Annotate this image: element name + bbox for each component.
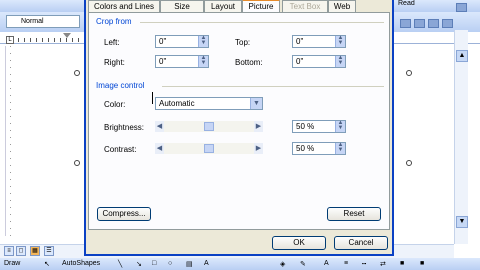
slider-right-icon[interactable]: ▶	[254, 143, 263, 154]
spinner-arrows-icon[interactable]: ▲ ▼	[335, 120, 345, 132]
line-icon[interactable]: ╲	[118, 260, 122, 268]
tab-size[interactable]: Size	[160, 0, 204, 12]
tab-selector[interactable]: L	[6, 36, 14, 44]
crop-left-label: Left:	[104, 38, 120, 47]
cancel-button[interactable]: Cancel	[334, 236, 388, 250]
chevron-down-icon[interactable]: ▼	[250, 98, 262, 109]
brightness-value: 50 %	[296, 122, 315, 131]
brightness-slider[interactable]: ◀ ▶	[155, 121, 263, 132]
font-color-icon[interactable]: A	[324, 260, 329, 267]
ruler-ticks	[18, 38, 86, 42]
tab-text-box: Text Box	[282, 0, 328, 12]
arrow-style-icon[interactable]: ⇄	[380, 260, 386, 268]
ok-button[interactable]: OK	[272, 236, 326, 250]
selection-handle[interactable]	[74, 70, 80, 76]
crop-bottom-spinner[interactable]: 0" ▲ ▼	[292, 55, 346, 68]
brightness-label: Brightness:	[104, 123, 145, 132]
scroll-down-icon[interactable]: ▼	[456, 216, 468, 228]
tab-web[interactable]: Web	[328, 0, 356, 12]
crop-left-spinner[interactable]: 0" ▲ ▼	[155, 35, 209, 48]
web-view-icon[interactable]: ◻	[16, 246, 26, 256]
contrast-slider[interactable]: ◀ ▶	[155, 143, 263, 154]
scroll-up-icon[interactable]: ▲	[456, 50, 468, 62]
slider-left-icon[interactable]: ◀	[155, 121, 164, 132]
image-control-group-label: Image control	[96, 81, 145, 90]
brightness-slider-thumb[interactable]	[204, 122, 214, 131]
toolbar-button-icon[interactable]	[442, 19, 453, 28]
contrast-spinner[interactable]: 50 % ▲ ▼	[292, 142, 346, 155]
spinner-arrows-icon[interactable]: ▲ ▼	[335, 142, 345, 154]
image-control-group-divider	[162, 86, 384, 87]
style-value: Normal	[21, 18, 44, 25]
line-style-icon[interactable]: ≡	[344, 260, 348, 267]
toolbar-button-icon[interactable]	[414, 19, 425, 28]
crop-bottom-label: Bottom:	[235, 58, 263, 67]
color-value: Automatic	[159, 99, 195, 108]
select-objects-icon[interactable]: ↖	[44, 260, 50, 268]
contrast-value: 50 %	[296, 144, 315, 153]
contrast-slider-thumb[interactable]	[204, 144, 214, 153]
style-dropdown[interactable]: Normal	[6, 15, 80, 28]
toolbar-button-icon[interactable]	[428, 19, 439, 28]
crop-group-label: Crop from	[96, 17, 132, 26]
color-label: Color:	[104, 100, 126, 109]
tab-colors-and-lines[interactable]: Colors and Lines	[88, 0, 160, 12]
normal-view-icon[interactable]: ≡	[4, 246, 14, 256]
margin-guide	[10, 46, 11, 236]
tab-layout[interactable]: Layout	[204, 0, 242, 12]
vertical-ruler	[0, 46, 6, 236]
autoshapes-menu[interactable]: AutoShapes	[62, 260, 100, 267]
3d-style-icon[interactable]: ■	[420, 260, 424, 267]
crop-right-value: 0"	[159, 57, 167, 66]
spinner-arrows-icon[interactable]: ▲ ▼	[198, 55, 208, 67]
crop-right-spinner[interactable]: 0" ▲ ▼	[155, 55, 209, 68]
selection-handle[interactable]	[74, 160, 80, 166]
crop-right-label: Right:	[104, 58, 125, 67]
crop-group-divider	[140, 22, 384, 23]
dash-style-icon[interactable]: ┅	[362, 260, 366, 268]
contrast-label: Contrast:	[104, 145, 137, 154]
dialog-tabs: Colors and Lines Size Layout Picture Tex…	[88, 0, 388, 13]
color-dropdown[interactable]: Automatic ▼	[155, 97, 263, 110]
rectangle-icon[interactable]: □	[152, 260, 156, 267]
crop-top-value: 0"	[296, 37, 304, 46]
wordart-icon[interactable]: A	[204, 260, 209, 267]
selection-handle[interactable]	[406, 70, 412, 76]
selection-handle[interactable]	[406, 160, 412, 166]
compress-button[interactable]: Compress...	[97, 207, 151, 221]
toolbar-button-icon[interactable]	[456, 3, 467, 12]
indent-marker-icon[interactable]	[63, 33, 71, 38]
spinner-arrows-icon[interactable]: ▲ ▼	[198, 35, 208, 47]
oval-icon[interactable]: ○	[168, 260, 172, 267]
crop-left-value: 0"	[159, 37, 167, 46]
fill-color-icon[interactable]: ◈	[280, 260, 285, 268]
textbox-icon[interactable]: ▤	[186, 260, 193, 268]
shadow-icon[interactable]: ■	[400, 260, 404, 267]
line-color-icon[interactable]: ✎	[300, 260, 306, 268]
slider-left-icon[interactable]: ◀	[155, 143, 164, 154]
drawing-toolbar: Draw ↖ AutoShapes ╲ ↘ □ ○ ▤ A ◈ ✎ A ≡ ┅ …	[0, 258, 480, 270]
spinner-arrows-icon[interactable]: ▲ ▼	[335, 35, 345, 47]
arrow-icon[interactable]: ↘	[136, 260, 142, 268]
toolbar-button-icon[interactable]	[400, 19, 411, 28]
vertical-scrollbar[interactable]: ▲ ▼	[454, 30, 468, 244]
spinner-arrows-icon[interactable]: ▲ ▼	[335, 55, 345, 67]
brightness-spinner[interactable]: 50 % ▲ ▼	[292, 120, 346, 133]
outline-view-icon[interactable]: ☰	[44, 246, 54, 256]
crop-top-spinner[interactable]: 0" ▲ ▼	[292, 35, 346, 48]
draw-menu[interactable]: Draw	[4, 260, 20, 267]
print-layout-icon[interactable]: ▦	[30, 246, 40, 256]
mouse-cursor	[152, 92, 153, 104]
slider-right-icon[interactable]: ▶	[254, 121, 263, 132]
reset-button[interactable]: Reset	[327, 207, 381, 221]
crop-top-label: Top:	[235, 38, 251, 47]
read-button[interactable]: Read	[398, 0, 415, 7]
crop-bottom-value: 0"	[296, 57, 304, 66]
